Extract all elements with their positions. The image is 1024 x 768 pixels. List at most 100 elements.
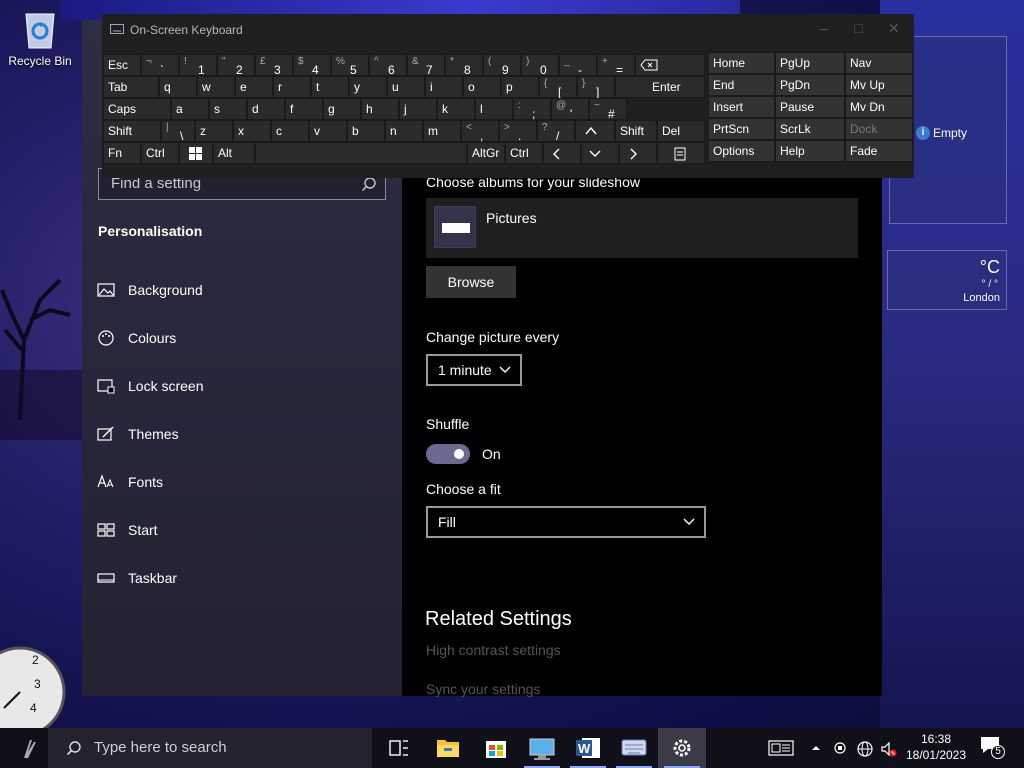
key-menu[interactable] [657, 142, 705, 164]
key-letter[interactable]: b [347, 120, 385, 142]
change-picture-dropdown[interactable]: 1 minute [426, 354, 522, 386]
meet-now-icon[interactable] [832, 740, 848, 756]
nav-item-colours[interactable]: Colours [82, 318, 402, 358]
key-alt[interactable]: Alt [213, 142, 255, 164]
key-shift-right[interactable]: Shift [615, 120, 657, 142]
key-arrow-right[interactable] [619, 142, 657, 164]
key-caps[interactable]: Caps [103, 98, 171, 120]
key-letter[interactable]: r [273, 76, 311, 98]
key-letter[interactable]: y [349, 76, 387, 98]
key-nav[interactable]: Nav [845, 52, 913, 74]
key-options[interactable]: Options [708, 140, 775, 162]
key-fade[interactable]: Fade [845, 140, 913, 162]
key-mvdn[interactable]: Mv Dn [845, 96, 913, 118]
key-letter[interactable]: e [235, 76, 273, 98]
osk-title-bar[interactable]: On-Screen Keyboard – □ ✕ [102, 14, 914, 46]
key-mvup[interactable]: Mv Up [845, 74, 913, 96]
news-widget-icon[interactable] [768, 740, 794, 756]
key-help[interactable]: Help [775, 140, 845, 162]
key-letter[interactable]: a [171, 98, 209, 120]
key-punct[interactable]: @ ' [551, 98, 589, 121]
key-row1[interactable]: ! 1 [179, 54, 217, 77]
key-bracket[interactable]: {[ [539, 76, 577, 99]
nav-item-taskbar[interactable]: Taskbar [82, 558, 402, 598]
key-letter[interactable]: v [309, 120, 347, 142]
key-row1[interactable]: % 5 [331, 54, 369, 77]
word-button[interactable]: W [564, 728, 612, 768]
start-button[interactable] [4, 728, 52, 768]
key-row1[interactable]: _ - [559, 54, 597, 77]
settings-taskbar-button[interactable] [658, 728, 706, 768]
key-bracket[interactable]: }] [577, 76, 615, 99]
clock-area[interactable]: 16:38 18/01/2023 [902, 732, 970, 762]
choose-fit-dropdown[interactable]: Fill [426, 506, 706, 538]
shuffle-toggle[interactable] [426, 444, 470, 464]
key-row1[interactable]: + = [597, 54, 635, 77]
browse-button[interactable]: Browse [426, 266, 516, 298]
key-letter[interactable]: n [385, 120, 423, 142]
task-view-button[interactable] [374, 728, 422, 768]
osk-taskbar-button[interactable] [610, 728, 658, 768]
key-fn[interactable]: Fn [103, 142, 141, 164]
key-letter[interactable]: c [271, 120, 309, 142]
key-letter[interactable]: j [399, 98, 437, 120]
key-end[interactable]: End [708, 74, 775, 96]
key-punct[interactable]: ? / [537, 120, 575, 143]
recycle-bin[interactable]: Recycle Bin [4, 8, 76, 68]
key-prtscn[interactable]: PrtScn [708, 118, 775, 140]
maximize-icon[interactable]: □ [854, 20, 870, 36]
album-pictures[interactable]: Pictures [426, 198, 858, 258]
remote-desktop-button[interactable] [518, 728, 566, 768]
minimize-icon[interactable]: – [820, 20, 836, 36]
key-letter[interactable]: o [463, 76, 501, 98]
key-letter[interactable]: h [361, 98, 399, 120]
key-pgdn[interactable]: PgDn [775, 74, 845, 96]
key-row1[interactable]: ¬ ` [141, 54, 179, 77]
key-letter[interactable]: m [423, 120, 461, 142]
key-shift-left[interactable]: Shift [103, 120, 161, 142]
key-letter[interactable]: z [195, 120, 233, 142]
key-letter[interactable]: f [285, 98, 323, 120]
sync-settings-link[interactable]: Sync your settings [426, 681, 540, 697]
key-windows[interactable] [179, 142, 213, 164]
key-tab[interactable]: Tab [103, 76, 159, 98]
taskbar-search[interactable]: Type here to search [48, 728, 372, 768]
key-letter[interactable]: k [437, 98, 475, 120]
key-punct[interactable]: <, [461, 120, 499, 143]
key-letter[interactable]: t [311, 76, 349, 98]
key-insert[interactable]: Insert [708, 96, 775, 118]
key-home[interactable]: Home [708, 52, 775, 74]
key-letter[interactable]: g [323, 98, 361, 120]
key-space[interactable] [255, 142, 467, 164]
key-altgr[interactable]: AltGr [467, 142, 505, 164]
key-backspace[interactable] [635, 54, 705, 76]
nav-item-themes[interactable]: Themes [82, 414, 402, 454]
network-icon[interactable] [856, 740, 874, 758]
key-ctrl-left[interactable]: Ctrl [141, 142, 179, 164]
key-row1[interactable]: £3 [255, 54, 293, 77]
key-letter[interactable]: w [197, 76, 235, 98]
key-letter[interactable]: p [501, 76, 539, 98]
action-center-button[interactable]: 5 [980, 736, 1008, 760]
key-punct[interactable]: :; [513, 98, 551, 121]
key-letter[interactable]: i [425, 76, 463, 98]
key-letter[interactable]: q [159, 76, 197, 98]
key-punct[interactable]: >. [499, 120, 537, 143]
close-icon[interactable]: ✕ [888, 20, 904, 36]
key-row1[interactable]: (9 [483, 54, 521, 77]
key-esc[interactable]: Esc [103, 54, 141, 76]
file-explorer-button[interactable] [424, 728, 472, 768]
key-punct[interactable]: ~ # [589, 98, 627, 121]
key-letter[interactable]: s [209, 98, 247, 120]
key-punct[interactable]: | \ [161, 120, 195, 143]
key-letter[interactable]: u [387, 76, 425, 98]
key-ctrl-right[interactable]: Ctrl [505, 142, 543, 164]
key-enter[interactable]: Enter [615, 76, 705, 98]
key-letter[interactable]: l [475, 98, 513, 120]
key-arrow-left[interactable] [543, 142, 581, 164]
key-row1[interactable]: $4 [293, 54, 331, 77]
nav-item-fonts[interactable]: Fonts [82, 462, 402, 502]
nav-item-lock-screen[interactable]: Lock screen [82, 366, 402, 406]
chevron-up-icon[interactable] [810, 742, 822, 754]
high-contrast-link[interactable]: High contrast settings [426, 642, 561, 658]
